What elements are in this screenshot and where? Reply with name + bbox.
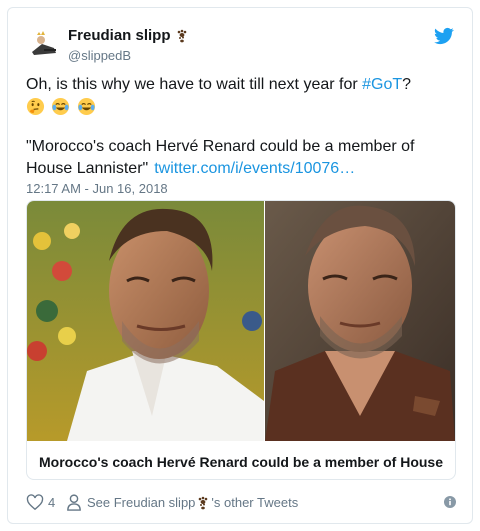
heart-icon[interactable] <box>26 494 44 511</box>
tweet-body-end: ? <box>402 76 412 93</box>
quote-text: "Morocco's coach Hervé Renard could be a… <box>26 136 456 180</box>
photo-jaime-lannister[interactable] <box>265 201 455 441</box>
display-name[interactable]: Freudian slipp <box>68 26 189 45</box>
paw-prints-icon <box>177 29 186 42</box>
tweet-text: Oh, is this why we have to wait till nex… <box>26 74 456 118</box>
other-tweets-prefix: See Freudian slipp <box>87 495 196 510</box>
see-other-tweets-link[interactable]: See Freudian slipp 's other Tweets <box>87 494 298 512</box>
twitter-bird-icon[interactable] <box>434 26 454 46</box>
joy-emoji <box>52 98 70 116</box>
tweet-footer: 4 See Freudian slipp 's other Tweets <box>26 493 456 513</box>
like-count[interactable]: 4 <box>48 494 55 512</box>
thinking-face-emoji <box>26 98 45 116</box>
display-name-text: Freudian slipp <box>68 27 171 44</box>
tweet-header: Freudian slipp @slippedB <box>26 24 456 68</box>
avatar[interactable] <box>26 26 62 62</box>
hashtag-link[interactable]: #GoT <box>362 76 402 93</box>
tweet-timestamp[interactable]: 12:17 AM - Jun 16, 2018 <box>26 180 168 198</box>
paw-prints-icon <box>199 496 208 510</box>
other-tweets-suffix: 's other Tweets <box>211 495 299 510</box>
user-handle[interactable]: @slippedB <box>68 47 189 65</box>
tweet-body: Oh, is this why we have to wait till nex… <box>26 76 363 93</box>
joy-emoji <box>77 98 95 116</box>
info-icon[interactable] <box>444 496 456 508</box>
moment-card[interactable]: Morocco's coach Hervé Renard could be a … <box>26 200 456 480</box>
moment-card-title[interactable]: Morocco's coach Hervé Renard could be a … <box>39 453 445 471</box>
media-images <box>27 201 455 441</box>
user-info[interactable]: Freudian slipp @slippedB <box>68 26 189 65</box>
person-icon[interactable] <box>66 494 82 511</box>
embedded-tweet: Freudian slipp @slippedB Oh, is this why… <box>7 7 473 524</box>
moment-link[interactable]: twitter.com/i/events/10076… <box>154 160 355 177</box>
photo-herve-renard[interactable] <box>27 201 264 441</box>
emoji-row <box>26 96 456 118</box>
